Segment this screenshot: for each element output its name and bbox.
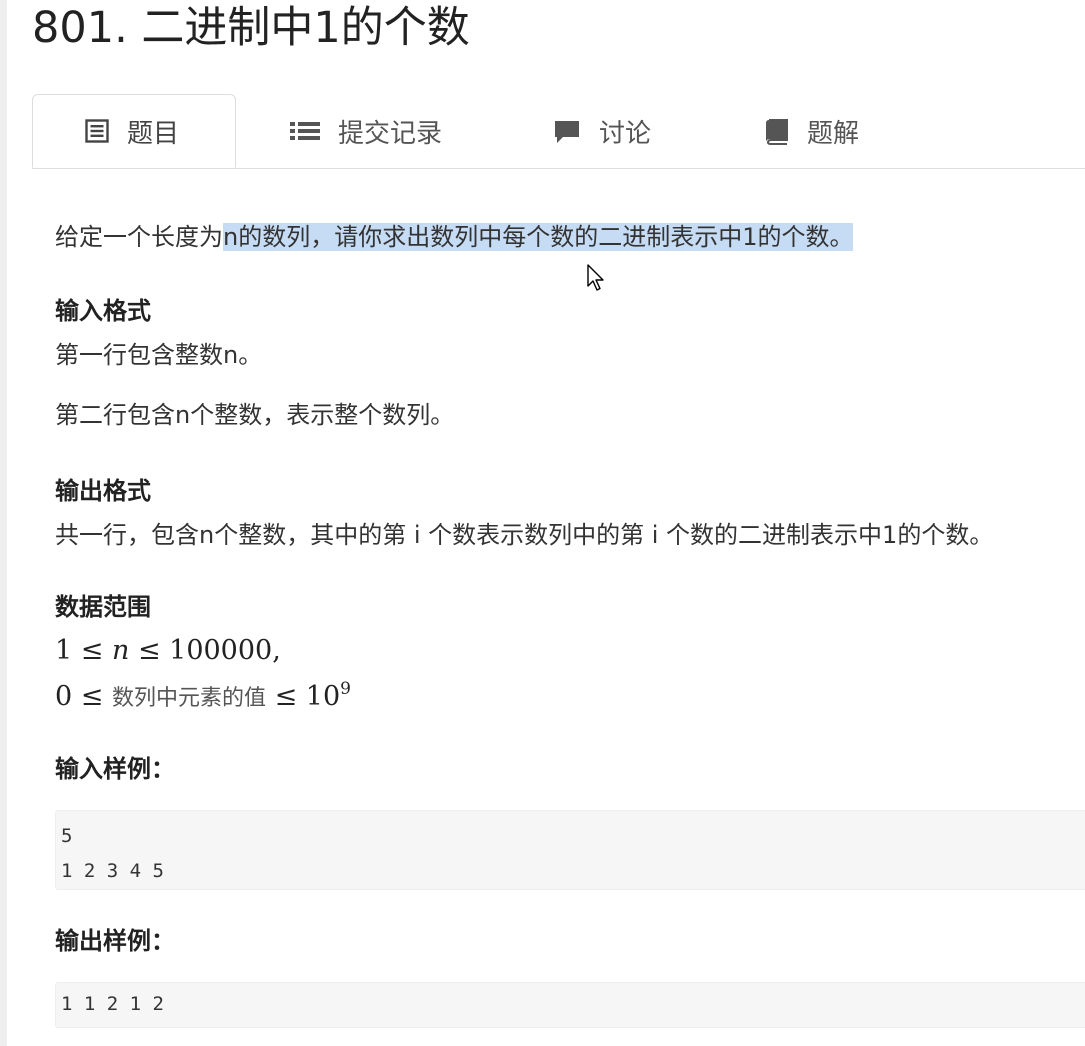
sample-output-heading: 输出样例： [55,927,175,955]
math-text: ≤ 10 [265,681,341,712]
math-text: 0 ≤ [55,681,112,712]
selected-text: n的数列，请你求出数列中每个数的二进制表示中1的个数。 [223,223,854,251]
sample-input-block: 5 1 2 3 4 5 [55,810,1085,890]
data-range-line: 1 ≤ n ≤ 100000, [55,632,1085,670]
data-range-heading: 数据范围 [55,593,151,621]
sample-output-block: 1 1 2 1 2 [55,982,1085,1028]
data-range-line: 0 ≤ 数列中元素的值 ≤ 109 [55,670,1085,718]
mouse-cursor-icon [587,264,605,296]
problem-description: 给定一个长度为n的数列，请你求出数列中每个数的二进制表示中1的个数。 [55,220,1085,254]
description-text: 给定一个长度为 [55,223,223,251]
input-format-line: 第一行包含整数n。 [55,341,263,369]
tab-submissions[interactable]: 提交记录 [290,94,442,168]
comment-icon [553,119,581,143]
math-text: 1 ≤ [55,635,112,666]
problem-content: 给定一个长度为n的数列，请你求出数列中每个数的二进制表示中1的个数。 输入格式 … [55,220,1085,1028]
tab-label: 题解 [807,118,860,149]
tab-solutions[interactable]: 题解 [763,94,859,168]
output-format-line: 共一行，包含n个整数，其中的第 i 个数表示数列中的第 i 个数的二进制表示中1… [55,521,994,549]
book-icon [763,119,789,145]
tab-label: 讨论 [599,118,652,149]
tab-problem[interactable]: 题目 [32,94,236,168]
sample-input-heading: 输入样例： [55,755,175,783]
math-variable: n [111,635,130,666]
input-format-line: 第二行包含n个整数，表示整个数列。 [55,401,455,429]
list-icon [290,119,320,143]
left-edge-strip [0,0,7,1046]
input-format-heading: 输入格式 [55,297,151,325]
math-exponent: 9 [340,679,351,699]
tab-discussion[interactable]: 讨论 [553,94,651,168]
tab-bar: 题目 提交记录 讨论 题解 [32,94,1085,169]
tab-label: 提交记录 [338,118,443,149]
document-list-icon [85,119,109,143]
page-title: 801. 二进制中1的个数 [32,3,470,53]
math-cjk-text: 数列中元素的值 [111,686,266,711]
output-format-heading: 输出格式 [55,477,151,505]
math-text: ≤ 100000, [129,635,281,666]
tab-label: 题目 [127,118,180,149]
